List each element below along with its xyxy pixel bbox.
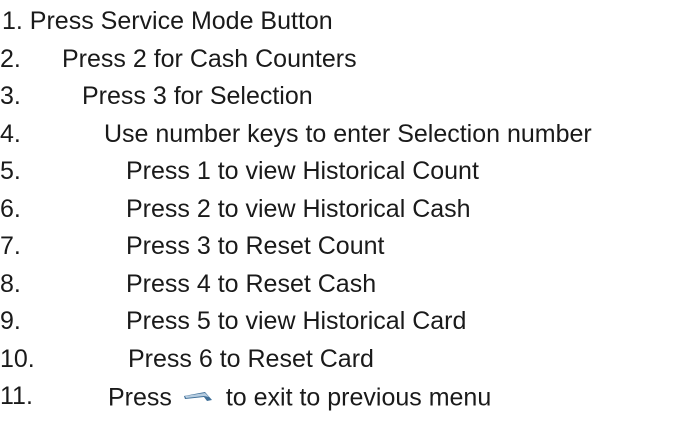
step-8-text: Press 4 to Reset Cash bbox=[126, 270, 377, 298]
step-5-text: Press 1 to view Historical Count bbox=[126, 157, 479, 185]
step-8-number: 8. bbox=[0, 270, 21, 298]
step-6-number: 6. bbox=[0, 195, 21, 223]
step-11-text-after: to exit to previous menu bbox=[225, 383, 492, 412]
step-9-number: 9. bbox=[0, 307, 21, 335]
step-9-text: Press 5 to view Historical Card bbox=[126, 307, 467, 335]
step-4-number: 4. bbox=[0, 120, 21, 148]
step-3-number: 3. bbox=[0, 82, 21, 110]
step-11-text-before: Press bbox=[108, 383, 172, 412]
step-7-text: Press 3 to Reset Count bbox=[126, 232, 385, 260]
step-10-number: 10. bbox=[0, 345, 35, 373]
step-11-text: Press to exit to previous menu bbox=[108, 379, 491, 414]
step-2-text: Press 2 for Cash Counters bbox=[62, 45, 357, 73]
step-3-text: Press 3 for Selection bbox=[82, 82, 313, 110]
step-4-text: Use number keys to enter Selection numbe… bbox=[104, 120, 592, 148]
step-5-number: 5. bbox=[0, 157, 21, 185]
step-7-number: 7. bbox=[0, 232, 21, 260]
exit-arrow-key-icon bbox=[183, 392, 212, 402]
step-1-text: 1. Press Service Mode Button bbox=[2, 7, 333, 35]
step-11-number: 11. bbox=[0, 382, 33, 410]
step-6-text: Press 2 to view Historical Cash bbox=[126, 195, 471, 223]
step-2-number: 2. bbox=[0, 45, 21, 73]
step-10-text: Press 6 to Reset Card bbox=[128, 345, 374, 373]
